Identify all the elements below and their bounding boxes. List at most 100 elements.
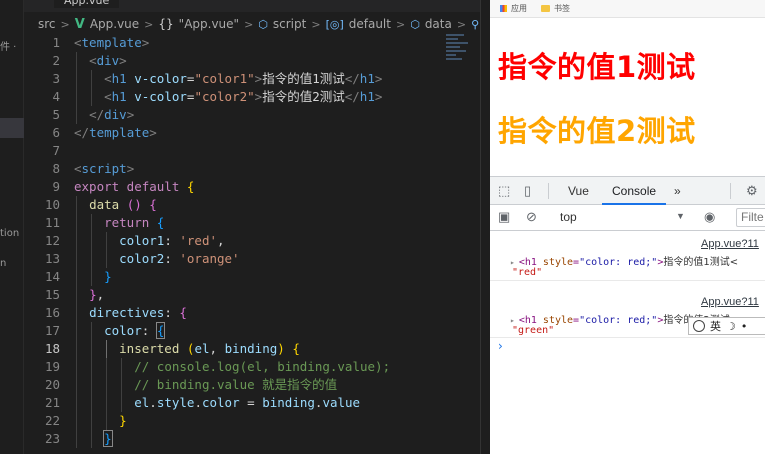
token: : xyxy=(164,305,172,320)
token: div xyxy=(96,53,120,68)
line-number: 11 xyxy=(44,215,60,230)
breadcrumb-file[interactable]: App.vue xyxy=(90,17,139,31)
line-number: 2 xyxy=(52,53,60,68)
moon-icon[interactable]: ☽ xyxy=(726,320,736,333)
breadcrumb: src > V App.vue > {} "App.vue" > ⬡ scrip… xyxy=(38,14,490,34)
more-tabs-button[interactable]: » xyxy=(664,177,691,205)
token: div xyxy=(104,107,127,122)
bookmark-folder[interactable]: 书签 xyxy=(541,3,570,14)
token: } xyxy=(103,430,113,447)
breadcrumb-script[interactable]: script xyxy=(273,17,306,31)
expand-triangle-icon[interactable]: ▸ xyxy=(510,316,515,325)
token: h1 xyxy=(359,89,375,104)
token: el xyxy=(134,395,150,410)
activity-fragment-1: 件 · xyxy=(0,42,17,53)
console-prompt[interactable]: › xyxy=(490,337,765,355)
inspect-element-icon[interactable]: ⬚ xyxy=(498,183,510,199)
editor-tab-app-vue[interactable]: App.vue xyxy=(54,0,120,8)
line-number: 7 xyxy=(52,143,60,158)
token: 'red' xyxy=(179,233,218,248)
chevron-down-icon[interactable]: ▼ xyxy=(676,211,685,221)
tab-vue[interactable]: Vue xyxy=(558,177,599,205)
folder-icon xyxy=(541,5,550,12)
token: 指令的值2测试 xyxy=(262,89,345,104)
editor-scrollbar[interactable] xyxy=(480,0,490,454)
code-line-12: color1: 'red', xyxy=(74,232,474,250)
token: < xyxy=(89,53,97,68)
eye-icon[interactable]: ◉ xyxy=(704,209,715,225)
token: < xyxy=(104,71,112,86)
code-line-16: directives: { xyxy=(74,304,474,322)
line-number: 16 xyxy=(44,305,60,320)
breadcrumb-src[interactable]: src xyxy=(38,17,56,31)
token: () xyxy=(126,197,142,212)
code-line-6: </template> xyxy=(74,124,474,142)
token: < xyxy=(74,161,82,176)
prompt-chevron-icon: › xyxy=(498,339,503,353)
ime-language[interactable]: 英 xyxy=(710,318,721,334)
breadcrumb-component[interactable]: "App.vue" xyxy=(179,17,239,31)
code-content[interactable]: <template> <div> <h1 v-color="color1">指令… xyxy=(74,34,474,448)
token: . xyxy=(194,395,202,410)
token: : xyxy=(164,251,172,266)
token: v-color xyxy=(134,89,187,104)
context-selector[interactable]: top xyxy=(560,210,577,224)
line-number: 19 xyxy=(44,359,60,374)
log-source-link[interactable]: App.vue?11 xyxy=(701,296,759,308)
code-line-18: inserted (el, binding) { xyxy=(74,340,474,358)
tab-console[interactable]: Console xyxy=(602,177,667,205)
code-line-10: data () { xyxy=(74,196,474,214)
braces-icon: {} xyxy=(158,17,174,31)
token: { xyxy=(156,215,165,230)
line-number: 22 xyxy=(44,413,60,428)
line-number: 8 xyxy=(52,161,60,176)
gear-icon[interactable]: ⚙ xyxy=(746,183,758,199)
token: </ xyxy=(344,89,360,104)
token: color xyxy=(201,395,240,410)
token: inserted xyxy=(119,341,180,356)
chevron-right-icon: > xyxy=(60,17,70,31)
devtools-tab-bar: ⬚ ▯ Vue Console » ⚙ xyxy=(490,177,765,205)
token: value xyxy=(322,395,361,410)
chevron-right-icon: > xyxy=(244,17,254,31)
log-source-link[interactable]: App.vue?11 xyxy=(701,238,759,250)
breadcrumb-default[interactable]: default xyxy=(349,17,391,31)
line-number: 9 xyxy=(52,179,60,194)
token: data xyxy=(89,197,120,212)
bookmark-apps[interactable]: 应用 xyxy=(500,3,527,14)
bookmark-folder-label: 书签 xyxy=(554,4,570,13)
token: h1 xyxy=(111,89,127,104)
code-line-19: // console.log(el, binding.value); xyxy=(74,358,474,376)
token: , xyxy=(217,233,225,248)
breadcrumb-data[interactable]: data xyxy=(425,17,452,31)
code-line-22: } xyxy=(74,412,474,430)
dot-icon[interactable]: • xyxy=(741,320,748,333)
filter-input[interactable]: Filte xyxy=(736,208,765,227)
expand-triangle-icon[interactable]: ▸ xyxy=(510,258,515,267)
chevron-right-icon: > xyxy=(395,17,406,31)
token: color xyxy=(104,323,142,338)
line-number-gutter: 1 2 3 4 5 6 7 8 9 10 11 12 13 14 15 16 17 18 19 20 21 22 23 xyxy=(24,34,64,448)
ime-toolbar[interactable]: 英 ☽ • xyxy=(688,317,765,335)
token: , xyxy=(209,341,218,356)
code-line-13: color2: 'orange' xyxy=(74,250,474,268)
clear-console-icon[interactable]: ⊘ xyxy=(526,209,537,225)
token: el xyxy=(194,341,210,356)
code-line-14: } xyxy=(74,268,474,286)
activity-selected-item[interactable] xyxy=(0,118,24,138)
code-line-5: </div> xyxy=(74,106,474,124)
activity-fragment-3: n xyxy=(0,258,7,269)
token: 指令的值1测试< xyxy=(663,257,739,268)
device-toolbar-icon[interactable]: ▯ xyxy=(524,183,531,199)
sidebar-toggle-icon[interactable]: ▣ xyxy=(498,209,510,225)
token: directives xyxy=(89,305,165,320)
token: { xyxy=(292,341,300,356)
log-value: "red" xyxy=(512,267,543,278)
token: < xyxy=(104,89,112,104)
cube-icon: ⬡ xyxy=(258,17,268,31)
minimap[interactable] xyxy=(446,34,472,74)
page-heading-1: 指令的值1测试 xyxy=(498,50,696,84)
line-number: 13 xyxy=(44,251,60,266)
token: v-color xyxy=(134,71,187,86)
log-element[interactable]: ▸ <h1 style="color: red;">指令的值1测试< xyxy=(510,253,738,268)
